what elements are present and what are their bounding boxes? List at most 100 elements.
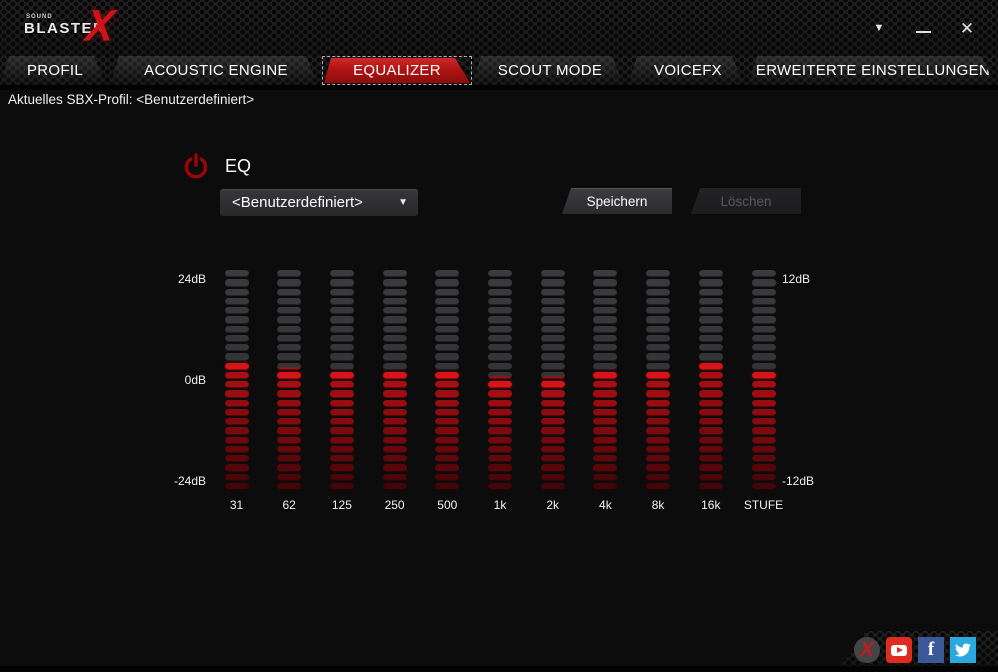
eq-segment (699, 307, 723, 314)
eq-segment (435, 390, 459, 397)
eq-segment (752, 483, 776, 490)
eq-segment (488, 289, 512, 296)
eq-segment (699, 483, 723, 490)
close-icon[interactable]: ✕ (956, 17, 978, 39)
eq-slider-2k[interactable] (541, 270, 565, 494)
eq-slider-500[interactable] (435, 270, 459, 494)
eq-segment (752, 298, 776, 305)
eq-segment (330, 455, 354, 462)
eq-segment (488, 335, 512, 342)
tab-bar: PROFIL ACOUSTIC ENGINE EQUALIZER SCOUT M… (0, 56, 998, 85)
eq-segment (383, 427, 407, 434)
eq-slider-STUFE[interactable] (752, 270, 776, 494)
tab-profil[interactable]: PROFIL (0, 56, 110, 85)
eq-slider-4k[interactable] (593, 270, 617, 494)
eq-segment (330, 446, 354, 453)
eq-segment (277, 289, 301, 296)
save-button[interactable]: Speichern (562, 188, 672, 214)
eq-segment (225, 353, 249, 360)
eq-segment (541, 372, 565, 379)
eq-segment (646, 344, 670, 351)
eq-segment (541, 446, 565, 453)
blasterx-badge-icon[interactable]: X (854, 637, 880, 663)
tab-label: ACOUSTIC ENGINE (144, 62, 288, 79)
social-icons: X f (854, 637, 976, 663)
eq-segment (330, 437, 354, 444)
tab-scout-mode[interactable]: SCOUT MODE (472, 56, 628, 85)
current-sbx-profile-text: Aktuelles SBX-Profil: <Benutzerdefiniert… (8, 92, 254, 107)
eq-segment (699, 437, 723, 444)
eq-segment (699, 455, 723, 462)
tab-equalizer-highlight: EQUALIZER (324, 58, 470, 83)
eq-segment (699, 400, 723, 407)
tab-acoustic-engine[interactable]: ACOUSTIC ENGINE (110, 56, 322, 85)
axis-label-minus24db: -24dB (0, 474, 206, 488)
eq-slider-31[interactable] (225, 270, 249, 494)
eq-power-button[interactable] (182, 152, 210, 182)
eq-segment (646, 446, 670, 453)
eq-segment (646, 326, 670, 333)
eq-segment (277, 427, 301, 434)
eq-slider-62[interactable] (277, 270, 301, 494)
eq-segment (225, 335, 249, 342)
eq-segment (435, 446, 459, 453)
menu-dropdown-icon[interactable]: ▼ (868, 17, 890, 39)
eq-segment (752, 316, 776, 323)
eq-slider-125[interactable] (330, 270, 354, 494)
tab-equalizer[interactable]: EQUALIZER (322, 56, 472, 85)
facebook-icon[interactable]: f (918, 637, 944, 663)
eq-segment (225, 483, 249, 490)
eq-segment (330, 381, 354, 388)
minimize-icon[interactable] (912, 17, 934, 39)
eq-segment (646, 455, 670, 462)
eq-slider-8k[interactable] (646, 270, 670, 494)
eq-segment (593, 270, 617, 277)
youtube-icon[interactable] (886, 637, 912, 663)
eq-segment (699, 474, 723, 481)
eq-segment (699, 298, 723, 305)
eq-segment (383, 307, 407, 314)
eq-segment (593, 381, 617, 388)
eq-segment (699, 289, 723, 296)
eq-segment (225, 381, 249, 388)
eq-segment (646, 289, 670, 296)
eq-segment (330, 474, 354, 481)
bottom-strip (0, 666, 998, 672)
eq-segment (488, 418, 512, 425)
eq-segment (277, 474, 301, 481)
eq-segment (330, 344, 354, 351)
eq-segment (646, 409, 670, 416)
eq-segment (752, 372, 776, 379)
power-icon (182, 152, 210, 182)
eq-segment (435, 427, 459, 434)
eq-segment (752, 335, 776, 342)
eq-segment (435, 353, 459, 360)
eq-segment (593, 418, 617, 425)
eq-segment (277, 381, 301, 388)
tab-label: EQUALIZER (353, 62, 441, 79)
eq-segment (277, 483, 301, 490)
eq-segment (593, 409, 617, 416)
eq-slider-250[interactable] (383, 270, 407, 494)
eq-slider-1k[interactable] (488, 270, 512, 494)
eq-segment (488, 363, 512, 370)
eq-segment (699, 372, 723, 379)
tab-erweiterte-einstellungen[interactable]: ERWEITERTE EINSTELLUNGEN (748, 56, 998, 85)
eq-segment (593, 483, 617, 490)
eq-band-label-125: 125 (316, 498, 368, 512)
twitter-icon[interactable] (950, 637, 976, 663)
eq-segment (225, 372, 249, 379)
eq-segment (330, 298, 354, 305)
eq-segment (752, 446, 776, 453)
eq-segment (541, 437, 565, 444)
tab-voicefx[interactable]: VOICEFX (628, 56, 748, 85)
eq-segment (541, 289, 565, 296)
eq-segment (277, 353, 301, 360)
eq-segment (277, 363, 301, 370)
eq-segment (225, 344, 249, 351)
eq-segment (225, 326, 249, 333)
eq-band-label-250: 250 (369, 498, 421, 512)
eq-segment (541, 353, 565, 360)
eq-slider-16k[interactable] (699, 270, 723, 494)
eq-preset-dropdown[interactable]: <Benutzerdefiniert> ▼ (220, 189, 418, 216)
